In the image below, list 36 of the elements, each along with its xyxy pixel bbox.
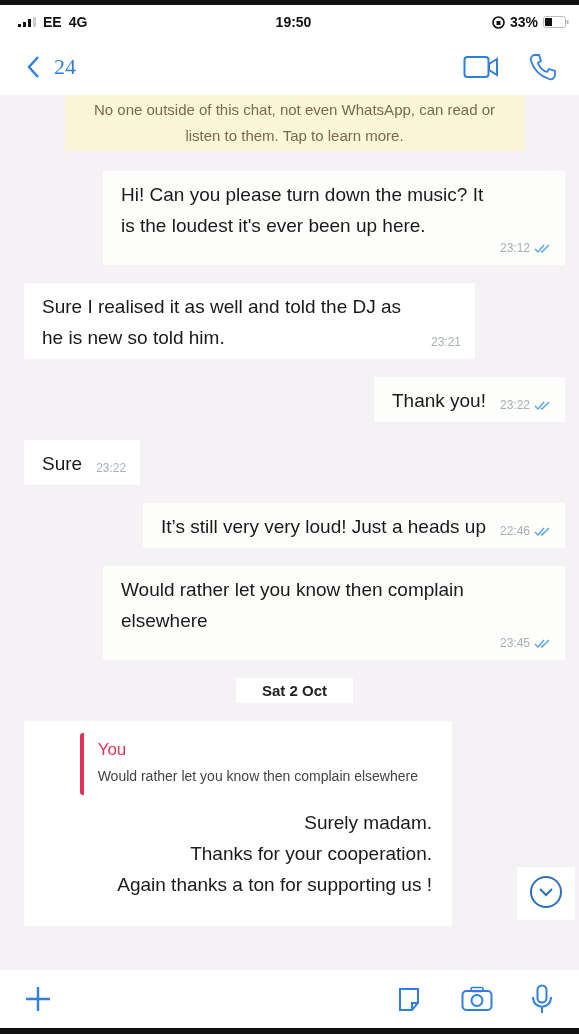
message-time: 23:22: [96, 461, 127, 475]
rotation-lock-icon: [491, 15, 505, 29]
scroll-down-button[interactable]: [517, 867, 575, 920]
message-time: 23:22: [499, 398, 530, 412]
message-time: 23:12: [499, 241, 530, 255]
message-text: Hi! Can you please turn down the music? It is the loudest it's ever been up here.: [121, 183, 485, 238]
encryption-notice[interactable]: No one outside of this chat, not even WhatsApp, can read or listen to them. Tap to learn more.: [64, 95, 525, 151]
message-time: 23:45: [499, 636, 530, 650]
battery-icon: [543, 16, 569, 28]
message-time: 22:46: [499, 524, 530, 538]
message-text: Sure: [42, 452, 83, 476]
clock: 19:50: [275, 14, 312, 30]
back-button[interactable]: 24: [26, 54, 76, 80]
message-text: It’s still very very loud! Just a heads up: [161, 515, 486, 539]
chevron-down-icon: [529, 875, 563, 909]
carrier-label: EE: [43, 14, 62, 30]
date-chip: Sat 2 Oct: [236, 678, 353, 703]
message-text: Would rather let you know then complain elsewhere: [121, 578, 465, 633]
battery-percent: 33%: [509, 14, 538, 30]
back-chevron-icon: [26, 55, 40, 79]
message-text: Again thanks a ton for supporting us !: [116, 873, 432, 897]
quoted-message[interactable]: You Would rather let you know then complain elsewhere: [79, 733, 432, 795]
phone-call-icon[interactable]: [529, 53, 557, 81]
plus-icon[interactable]: [24, 985, 52, 1013]
quote-text: Would rather let you know then complain elsewhere: [97, 767, 418, 786]
signal-icon: [18, 17, 36, 27]
network-label: 4G: [68, 14, 88, 30]
video-call-icon[interactable]: [463, 55, 499, 79]
message-text: Thanks for your cooperation.: [189, 842, 432, 866]
message-time: 23:21: [431, 335, 462, 349]
quote-author: You: [97, 739, 128, 761]
message-text: Sure I realised it as well and told the DJ as he is new so told him.: [42, 295, 403, 350]
microphone-icon[interactable]: [531, 984, 553, 1014]
message-text: Thank you!: [391, 389, 486, 413]
message-text: Surely madam.: [303, 811, 432, 835]
camera-icon[interactable]: [461, 986, 493, 1012]
